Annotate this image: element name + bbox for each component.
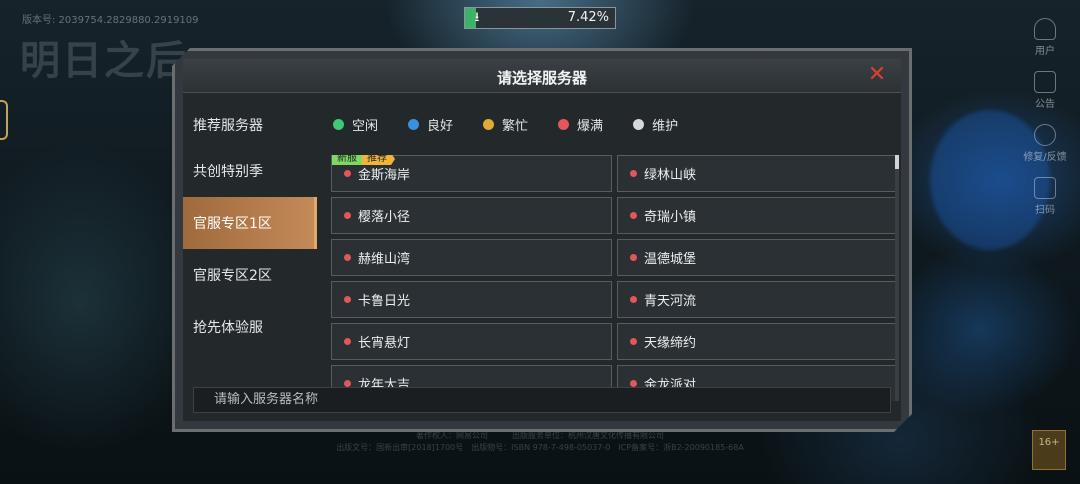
side-item-notice[interactable]: 公告 <box>1020 71 1070 110</box>
user-icon <box>1034 18 1056 40</box>
recommended-tag: 推荐 <box>362 155 395 165</box>
server-item[interactable]: 新服 推荐金斯海岸 <box>331 155 612 192</box>
side-item-scan[interactable]: 扫码 <box>1020 177 1070 216</box>
side-item-label: 扫码 <box>1035 205 1055 216</box>
server-category-tabs: 共创特别季 官服专区1区 官服专区2区 抢先体验服 <box>183 145 317 353</box>
new-server-tag: 新服 <box>332 155 362 165</box>
server-tags: 新服 推荐 <box>332 155 395 165</box>
download-arrow-icon: ⭳ <box>474 10 480 25</box>
server-status-dot-icon <box>630 254 637 261</box>
server-name: 绿林山峡 <box>644 168 697 183</box>
server-item[interactable]: 长宵悬灯 <box>331 323 612 360</box>
server-select-dialog: 请选择服务器 ✕ 推荐服务器 空闲 良好 繁忙 爆满 维护 共创特别季 官服专区… <box>172 48 912 432</box>
side-item-label: 公告 <box>1035 99 1055 110</box>
server-name: 青天河流 <box>644 294 697 309</box>
dialog-body: 请选择服务器 ✕ 推荐服务器 空闲 良好 繁忙 爆满 维护 共创特别季 官服专区… <box>183 59 901 421</box>
status-dot-icon <box>408 119 419 130</box>
server-item[interactable]: 天缘缔约 <box>617 323 898 360</box>
server-status-dot-icon <box>344 170 351 177</box>
tab-official-zone-2[interactable]: 官服专区2区 <box>183 249 317 301</box>
server-status-dot-icon <box>344 380 351 387</box>
server-status-dot-icon <box>630 170 637 177</box>
tab-early-access[interactable]: 抢先体验服 <box>183 301 317 353</box>
status-legend: 空闲 良好 繁忙 爆满 维护 <box>333 115 708 134</box>
side-item-label: 用户 <box>1035 46 1055 57</box>
recommended-servers-label[interactable]: 推荐服务器 <box>193 115 263 135</box>
legend-maintenance: 维护 <box>633 115 678 134</box>
server-search-field[interactable] <box>193 387 891 413</box>
tab-official-zone-1[interactable]: 官服专区1区 <box>183 197 317 249</box>
status-dot-icon <box>483 119 494 130</box>
repair-icon <box>1034 124 1056 146</box>
status-dot-icon <box>558 119 569 130</box>
scrollbar-thumb[interactable] <box>895 155 899 169</box>
legend-busy: 繁忙 <box>483 115 528 134</box>
server-name: 温德城堡 <box>644 252 697 267</box>
server-name: 卡鲁日光 <box>358 294 411 309</box>
server-status-dot-icon <box>344 254 351 261</box>
status-legend-row: 推荐服务器 空闲 良好 繁忙 爆满 维护 <box>183 95 901 145</box>
legend-label: 维护 <box>652 119 679 134</box>
server-status-dot-icon <box>630 296 637 303</box>
download-progress-bar: ⭳ 7.42% <box>464 7 616 29</box>
server-name: 金斯海岸 <box>358 168 411 183</box>
legend-label: 空闲 <box>352 119 379 134</box>
server-name: 赫维山湾 <box>358 252 411 267</box>
dialog-header: 请选择服务器 ✕ <box>183 59 901 93</box>
footer-line: 出版文号：国新出审[2018]1700号 出版物号：ISBN 978-7-498… <box>336 443 744 452</box>
side-menu: 用户 公告 修复/反馈 扫码 <box>1020 18 1070 230</box>
server-item[interactable]: 青天河流 <box>617 281 898 318</box>
server-status-dot-icon <box>630 380 637 387</box>
server-grid: 新服 推荐金斯海岸 绿林山峡樱落小径 奇瑞小镇赫维山湾 温德城堡卡鲁日光 青天河流长宵悬灯… <box>331 155 899 401</box>
server-list[interactable]: 新服 推荐金斯海岸 绿林山峡樱落小径 奇瑞小镇赫维山湾 温德城堡卡鲁日光 青天河流长宵悬灯… <box>331 155 899 401</box>
download-percent: 7.42% <box>567 10 609 25</box>
server-list-scrollbar[interactable] <box>895 155 899 401</box>
notice-icon <box>1034 71 1056 93</box>
server-name: 樱落小径 <box>358 210 411 225</box>
age-rating-badge: 16+ <box>1032 430 1066 470</box>
close-icon[interactable]: ✕ <box>865 63 889 87</box>
status-dot-icon <box>633 119 644 130</box>
copyright-footer: 著作权人：网易公司 出版服务单位：杭州汉唐文化传播有限公司 出版文号：国新出审[… <box>0 430 1080 454</box>
server-name: 天缘缔约 <box>644 336 697 351</box>
legend-good: 良好 <box>408 115 453 134</box>
scan-icon <box>1034 177 1056 199</box>
server-item[interactable]: 奇瑞小镇 <box>617 197 898 234</box>
server-status-dot-icon <box>344 338 351 345</box>
legend-label: 繁忙 <box>502 119 529 134</box>
server-item[interactable]: 卡鲁日光 <box>331 281 612 318</box>
game-logo: 明日之后 <box>20 38 188 84</box>
server-item[interactable]: 樱落小径 <box>331 197 612 234</box>
server-item[interactable]: 绿林山峡 <box>617 155 898 192</box>
legend-idle: 空闲 <box>333 115 378 134</box>
server-name: 奇瑞小镇 <box>644 210 697 225</box>
server-item[interactable]: 赫维山湾 <box>331 239 612 276</box>
legend-full: 爆满 <box>558 115 603 134</box>
dialog-title: 请选择服务器 <box>496 69 587 87</box>
side-item-repair[interactable]: 修复/反馈 <box>1020 124 1070 163</box>
server-name: 长宵悬灯 <box>358 336 411 351</box>
status-dot-icon <box>333 119 344 130</box>
legend-label: 爆满 <box>577 119 604 134</box>
side-item-label: 修复/反馈 <box>1023 152 1067 163</box>
server-search-input[interactable] <box>214 392 890 407</box>
server-status-dot-icon <box>630 338 637 345</box>
version-text: 版本号: 2039754.2829880.2919109 <box>22 15 199 26</box>
server-status-dot-icon <box>630 212 637 219</box>
side-item-user[interactable]: 用户 <box>1020 18 1070 57</box>
server-item[interactable]: 温德城堡 <box>617 239 898 276</box>
legend-label: 良好 <box>427 119 454 134</box>
tab-cocreation-season[interactable]: 共创特别季 <box>183 145 317 197</box>
server-status-dot-icon <box>344 296 351 303</box>
left-edge-handle[interactable] <box>0 100 8 140</box>
server-status-dot-icon <box>344 212 351 219</box>
